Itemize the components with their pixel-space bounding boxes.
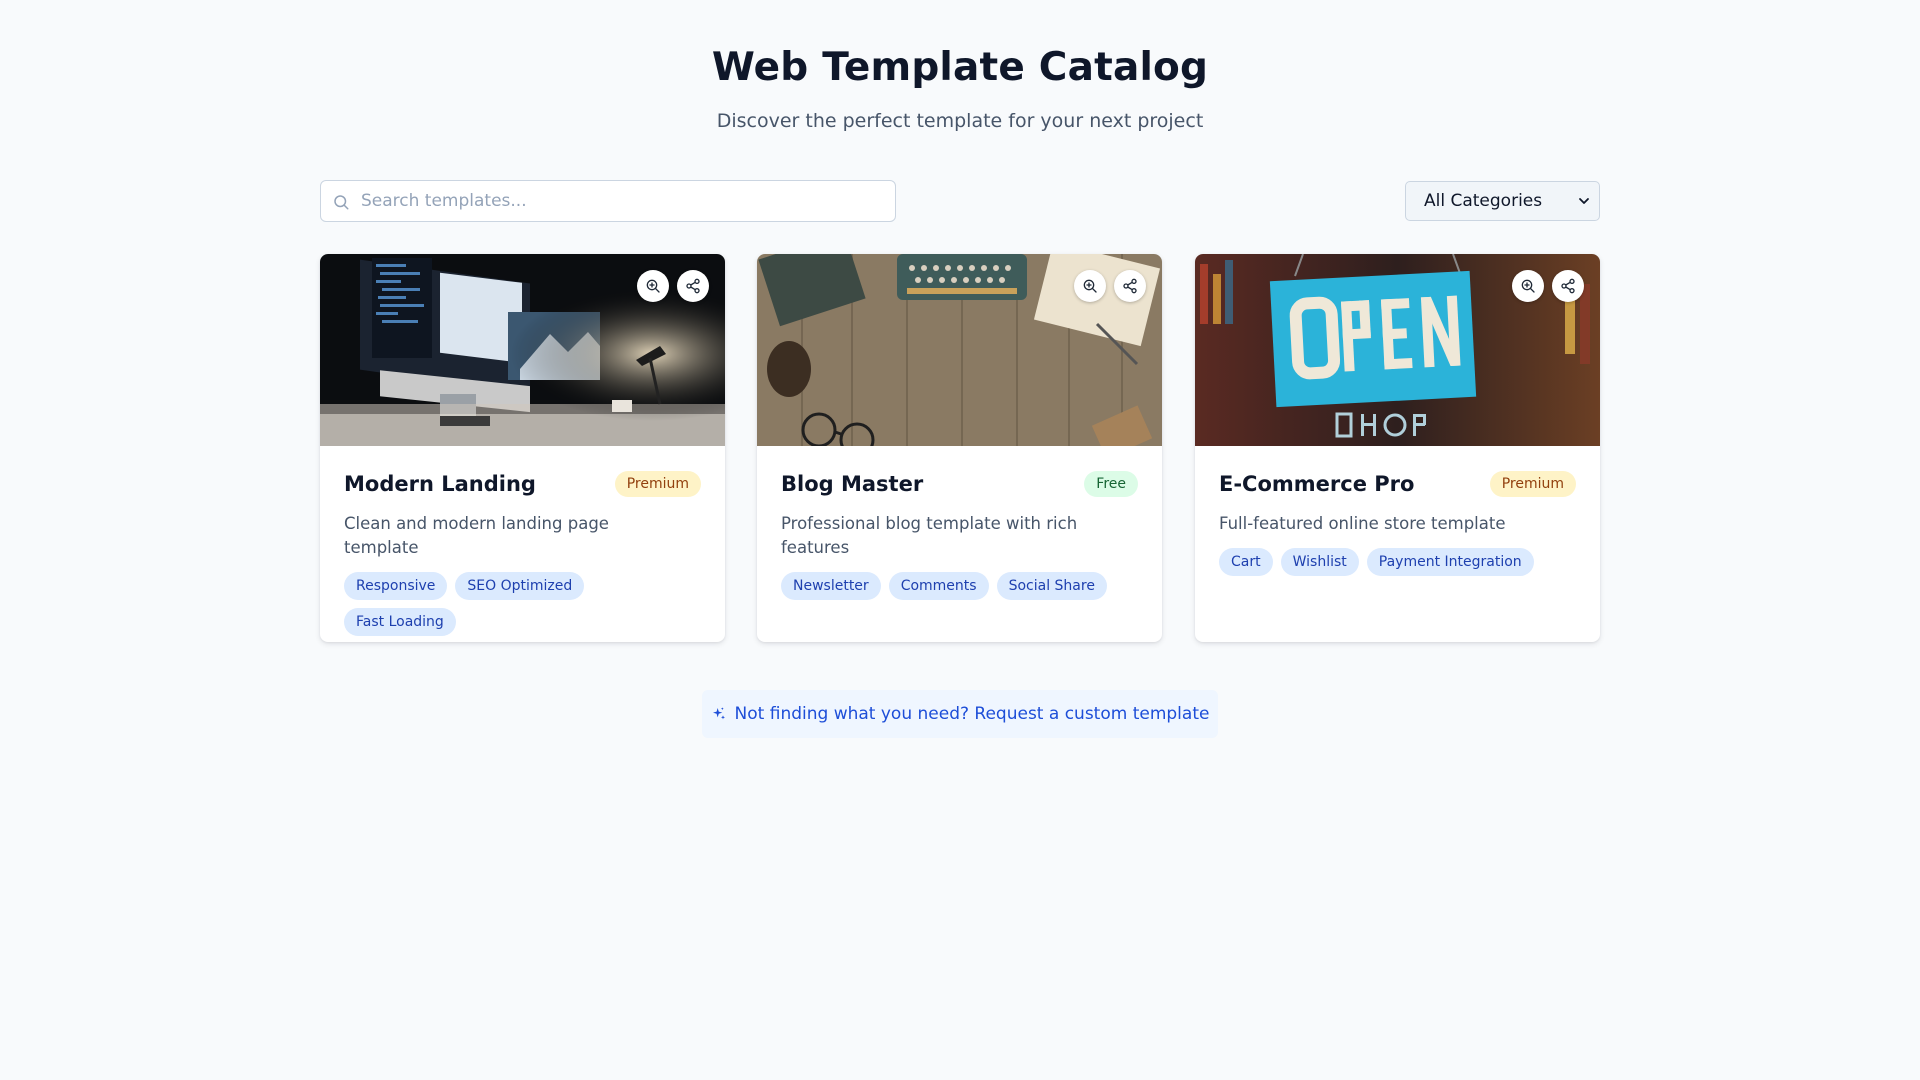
search-icon — [334, 195, 349, 210]
zoom-in-icon — [646, 279, 660, 293]
page-subtitle: Discover the perfect template for your n… — [716, 110, 1204, 132]
feature-tag: SEO Optimized — [455, 572, 585, 600]
share-button[interactable] — [1552, 270, 1584, 302]
card-header: Modern Landing Premium — [344, 470, 701, 498]
template-card[interactable]: Blog Master Free Professional blog templ… — [757, 254, 1162, 642]
share-icon — [1123, 278, 1137, 294]
request-link-label: Not finding what you need? Request a cus… — [734, 704, 1210, 724]
search-input[interactable] — [361, 181, 889, 221]
pricing-badge: Premium — [614, 471, 701, 497]
card-body: Modern Landing Premium Clean and modern … — [320, 446, 725, 636]
template-card[interactable]: E-Commerce Pro Premium Full-featured onl… — [1195, 254, 1600, 642]
zoom-button[interactable] — [1074, 270, 1106, 302]
feature-tags: Responsive SEO Optimized Fast Loading — [344, 572, 704, 636]
request-custom-template-button[interactable]: Not finding what you need? Request a cus… — [702, 690, 1218, 738]
template-thumbnail[interactable] — [320, 254, 725, 446]
feature-tag: Fast Loading — [344, 608, 456, 636]
template-grid: Modern Landing Premium Clean and modern … — [320, 254, 1600, 642]
feature-tag: Newsletter — [781, 572, 881, 600]
share-icon — [1561, 278, 1575, 294]
card-description: Full-featured online store template — [1219, 514, 1506, 533]
card-header: E-Commerce Pro Premium — [1219, 470, 1576, 498]
card-description: Clean and modern landing page template — [344, 514, 609, 557]
card-body: E-Commerce Pro Premium Full-featured onl… — [1195, 446, 1600, 576]
feature-tag: Responsive — [344, 572, 448, 600]
card-title[interactable]: E-Commerce Pro — [1219, 472, 1414, 496]
card-header: Blog Master Free — [781, 470, 1138, 498]
feature-tags: Newsletter Comments Social Share — [781, 572, 1141, 600]
card-title[interactable]: Blog Master — [781, 472, 923, 496]
zoom-button[interactable] — [637, 270, 669, 302]
thumbnail-actions — [637, 270, 709, 302]
filter-bar: All Categories — [320, 180, 1600, 222]
zoom-in-icon — [1083, 279, 1097, 293]
thumbnail-actions — [1074, 270, 1146, 302]
zoom-button[interactable] — [1512, 270, 1544, 302]
template-card[interactable]: Modern Landing Premium Clean and modern … — [320, 254, 725, 642]
card-description: Professional blog template with rich fea… — [781, 514, 1078, 557]
page-title: Web Template Catalog — [711, 45, 1209, 90]
feature-tag: Cart — [1219, 548, 1273, 576]
sparkles-icon — [712, 707, 725, 720]
category-select[interactable]: All Categories — [1405, 181, 1600, 221]
feature-tags: Cart Wishlist Payment Integration — [1219, 548, 1579, 576]
share-button[interactable] — [677, 270, 709, 302]
thumbnail-actions — [1512, 270, 1584, 302]
feature-tag: Social Share — [996, 572, 1107, 600]
template-thumbnail[interactable] — [1195, 254, 1600, 446]
card-body: Blog Master Free Professional blog templ… — [757, 446, 1162, 600]
feature-tag: Comments — [888, 572, 989, 600]
page: Web Template Catalog Discover the perfec… — [0, 0, 1920, 1080]
page-header: Web Template Catalog Discover the perfec… — [0, 0, 1920, 133]
feature-tag: Payment Integration — [1366, 548, 1534, 576]
zoom-in-icon — [1521, 279, 1535, 293]
pricing-badge: Premium — [1489, 471, 1576, 497]
template-thumbnail[interactable] — [757, 254, 1162, 446]
feature-tag: Wishlist — [1280, 548, 1359, 576]
pricing-badge: Free — [1084, 471, 1138, 497]
share-icon — [686, 278, 700, 294]
card-title[interactable]: Modern Landing — [344, 472, 536, 496]
search-box[interactable] — [320, 180, 896, 222]
share-button[interactable] — [1114, 270, 1146, 302]
